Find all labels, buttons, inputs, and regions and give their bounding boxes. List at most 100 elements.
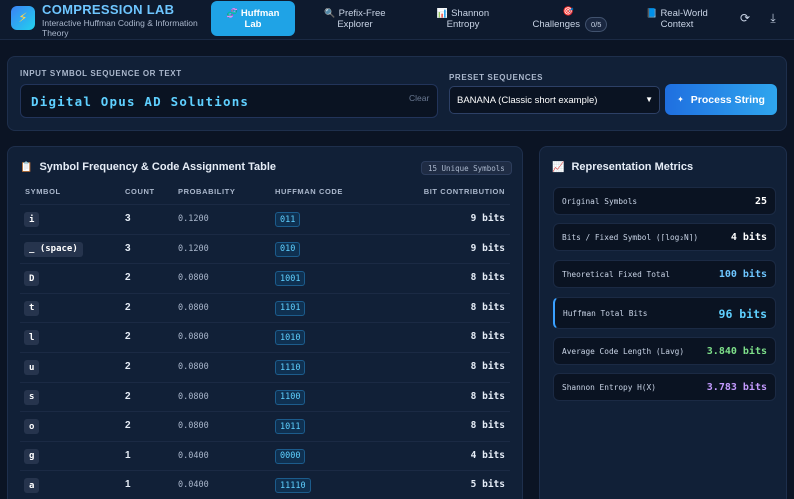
app-subtitle: Interactive Huffman Coding & Information… — [42, 18, 198, 38]
table-row: a 1 0.0400 11110 5 bits — [20, 470, 510, 499]
table-row: o 2 0.0800 1011 8 bits — [20, 411, 510, 441]
sparkle-icon: ✦ — [677, 95, 684, 104]
magnifier-icon: 🔍 — [324, 7, 336, 18]
preset-label: PRESET SEQUENCES — [449, 73, 544, 82]
frequency-table-panel: 📋 Symbol Frequency & Code Assignment Tab… — [7, 146, 523, 499]
probability-cell: 0.0400 — [178, 480, 209, 491]
bit-contribution-cell: 8 bits — [470, 390, 505, 402]
header-symbol: SYMBOL — [25, 187, 61, 196]
symbol-chip: u — [24, 360, 40, 375]
header-bit-contribution: BIT CONTRIBUTION — [423, 187, 505, 196]
symbol-chip: a — [24, 478, 40, 494]
probability-cell: 0.1200 — [178, 243, 209, 254]
metric-value: 100 bits — [718, 269, 767, 280]
table-title: 📋 Symbol Frequency & Code Assignment Tab… — [20, 161, 276, 173]
symbol-chip: _ (space) — [24, 241, 83, 257]
huffman-code-chip: 1001 — [275, 271, 306, 287]
bar-chart-icon: 📊 — [436, 7, 449, 18]
metric-value: 25 — [754, 196, 767, 207]
probability-cell: 0.0800 — [178, 362, 209, 372]
download-icon[interactable]: ⤓ — [766, 11, 780, 25]
header-probability: PROBABILITY — [178, 187, 236, 196]
metric-item: Average Code Length (Lavg) 3.840 bits — [553, 337, 776, 365]
table-row: g 1 0.0400 0000 4 bits — [20, 440, 510, 471]
clear-button[interactable]: Clear — [409, 93, 429, 103]
bit-contribution-cell: 8 bits — [470, 331, 505, 343]
metric-value: 96 bits — [718, 307, 767, 321]
tab-real-world-context[interactable]: 📘 Real-World Context — [636, 1, 718, 36]
metric-value: 4 bits — [730, 232, 767, 243]
bit-contribution-cell: 9 bits — [470, 213, 505, 224]
count-cell: 1 — [125, 449, 131, 461]
metric-value: 3.783 bits — [706, 382, 767, 393]
challenges-progress-badge: 0/5 — [585, 16, 608, 32]
symbol-chip: i — [24, 212, 40, 227]
table-row: s 2 0.0800 1100 8 bits — [20, 381, 510, 412]
bit-contribution-cell: 8 bits — [470, 420, 505, 432]
probability-cell: 0.0800 — [178, 302, 209, 313]
count-cell: 2 — [125, 301, 131, 313]
dna-icon: 🧬 — [226, 7, 238, 18]
symbol-sequence-input[interactable]: Digital Opus AD Solutions — [20, 84, 438, 118]
metric-label: Original Symbols — [562, 197, 638, 206]
tab-challenges[interactable]: 🎯 Challenges 0/5 — [522, 1, 618, 36]
huffman-code-chip: 011 — [275, 212, 301, 227]
input-label: INPUT SYMBOL SEQUENCE OR TEXT — [20, 69, 182, 78]
clipboard-icon: 📋 — [20, 161, 33, 173]
unique-symbols-badge: 15 Unique Symbols — [421, 161, 512, 175]
table-row: l 2 0.0800 1010 8 bits — [20, 322, 510, 352]
bit-contribution-cell: 8 bits — [470, 361, 505, 372]
probability-cell: 0.0800 — [178, 421, 209, 432]
count-cell: 2 — [125, 361, 131, 372]
bit-contribution-cell: 5 bits — [470, 479, 505, 491]
table-row: _ (space) 3 0.1200 010 9 bits — [20, 233, 510, 264]
table-row: t 2 0.0800 1101 8 bits — [20, 292, 510, 323]
target-icon: 🎯 — [562, 5, 575, 16]
refresh-icon[interactable]: ⟳ — [738, 11, 752, 25]
probability-cell: 0.0800 — [178, 332, 209, 343]
count-cell: 2 — [125, 390, 131, 402]
tab-prefix-free-explorer[interactable]: 🔍 Prefix-Free Explorer — [312, 1, 398, 36]
probability-cell: 0.0400 — [178, 450, 209, 461]
chevron-down-icon: ▼ — [645, 95, 653, 104]
bit-contribution-cell: 8 bits — [470, 301, 505, 313]
lightning-icon: ⚡ — [11, 6, 35, 30]
tab-shannon-entropy[interactable]: 📊 Shannon Entropy — [425, 1, 501, 36]
metric-value: 3.840 bits — [706, 346, 767, 357]
metric-label: Theoretical Fixed Total — [562, 270, 670, 279]
huffman-code-chip: 1010 — [275, 330, 306, 346]
huffman-code-chip: 11110 — [275, 478, 311, 494]
symbol-chip: g — [24, 448, 40, 464]
preset-select[interactable]: BANANA (Classic short example) ▼ — [449, 86, 660, 114]
metric-item: Shannon Entropy H(X) 3.783 bits — [553, 373, 776, 401]
header-huffman-code: HUFFMAN CODE — [275, 187, 344, 196]
app-header: ⚡ COMPRESSION LAB Interactive Huffman Co… — [0, 0, 794, 40]
input-panel: INPUT SYMBOL SEQUENCE OR TEXT Digital Op… — [7, 56, 787, 131]
table-row: i 3 0.1200 011 9 bits — [20, 204, 510, 234]
huffman-code-chip: 0000 — [275, 448, 306, 464]
metric-label: Huffman Total Bits — [563, 309, 648, 318]
tab-huffman-lab[interactable]: 🧬 Huffman Lab — [211, 1, 295, 36]
metric-item: Original Symbols 25 — [553, 187, 776, 215]
book-icon: 📘 — [646, 7, 658, 18]
header-count: COUNT — [125, 187, 155, 196]
count-cell: 3 — [125, 242, 131, 254]
metric-label: Bits / Fixed Symbol (⌈log₂N⌉) — [562, 233, 699, 242]
bit-contribution-cell: 8 bits — [470, 272, 505, 284]
probability-cell: 0.0800 — [178, 273, 209, 284]
huffman-code-chip: 1011 — [275, 419, 306, 435]
symbol-chip: o — [24, 419, 40, 435]
huffman-code-chip: 010 — [275, 241, 301, 257]
huffman-code-chip: 1100 — [275, 389, 306, 405]
process-string-button[interactable]: ✦ Process String — [665, 84, 777, 115]
metrics-title: 📈 Representation Metrics — [552, 161, 694, 173]
app-title: COMPRESSION LAB — [42, 2, 175, 17]
chart-up-icon: 📈 — [552, 161, 565, 173]
probability-cell: 0.1200 — [178, 214, 209, 224]
count-cell: 3 — [125, 213, 131, 224]
metric-item: Bits / Fixed Symbol (⌈log₂N⌉) 4 bits — [553, 223, 776, 251]
metric-label: Shannon Entropy H(X) — [562, 383, 656, 392]
huffman-code-chip: 1110 — [275, 360, 306, 375]
metric-item: Theoretical Fixed Total 100 bits — [553, 260, 776, 288]
count-cell: 1 — [125, 479, 131, 491]
